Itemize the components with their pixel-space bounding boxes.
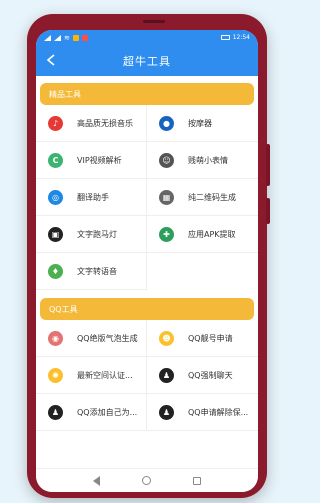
status-time: 12:54 xyxy=(232,34,250,41)
tool-item[interactable]: ♪ 高品质无损音乐 xyxy=(36,105,147,142)
battery-icon xyxy=(220,35,230,40)
back-button[interactable] xyxy=(42,51,60,69)
tool-label: 应用APK提取 xyxy=(188,229,236,239)
qq-penguin-icon: ♟ xyxy=(159,367,174,383)
app-notification-icon xyxy=(81,34,88,41)
tool-item[interactable]: ◎ 翻译助手 xyxy=(36,179,147,216)
tool-label: 最新空间认证... xyxy=(77,370,133,380)
back-arrow-icon xyxy=(46,54,55,66)
qq-penguin-icon: ♟ xyxy=(159,404,174,420)
tool-label: 高品质无损音乐 xyxy=(77,118,133,128)
tool-item[interactable]: C VIP视频解析 xyxy=(36,142,147,179)
signal-icon xyxy=(44,34,51,41)
phone-speaker xyxy=(143,20,165,23)
badge-icon: ✺ xyxy=(48,367,63,383)
apk-icon: ✚ xyxy=(159,226,174,242)
tool-item[interactable]: ☻ QQ靓号申请 xyxy=(147,320,258,357)
nav-recent-apps-icon[interactable] xyxy=(193,476,201,485)
status-right: 12:54 xyxy=(220,34,250,41)
phone-volume-button xyxy=(266,144,270,186)
status-left-icons: ≋ xyxy=(44,34,88,42)
tool-label: QQ靓号申请 xyxy=(188,333,233,343)
tool-label: 按摩器 xyxy=(188,118,212,128)
massage-icon: ● xyxy=(159,115,174,131)
music-icon: ♪ xyxy=(48,115,63,131)
tool-label: 文字跑马灯 xyxy=(77,229,117,239)
app-bar: 超牛工具 xyxy=(36,45,258,76)
tool-label: VIP视频解析 xyxy=(77,155,122,165)
qr-code-icon: ▦ xyxy=(159,189,174,205)
tool-item[interactable]: ◉ QQ绝版气泡生成 xyxy=(36,320,147,357)
tool-list: 精品工具 ♪ 高品质无损音乐 ● 按摩器 C VIP视频解析 ☺ 贱萌小表情 ◎ 翻译助手 ▦ 纯二维… xyxy=(36,76,258,431)
app-notification-icon xyxy=(72,34,79,41)
tool-item[interactable]: ▦ 纯二维码生成 xyxy=(147,179,258,216)
tool-item[interactable]: ✺ 最新空间认证... xyxy=(36,357,147,394)
tool-item[interactable]: ✚ 应用APK提取 xyxy=(147,216,258,253)
page-title: 超牛工具 xyxy=(123,54,171,68)
section-header-featured: 精品工具 xyxy=(40,83,254,105)
tool-label: QQ绝版气泡生成 xyxy=(77,333,138,343)
tool-item[interactable]: ▣ 文字跑马灯 xyxy=(36,216,147,253)
tool-item[interactable]: ♟ QQ添加自己为... xyxy=(36,394,147,431)
tool-label: QQ强制聊天 xyxy=(188,370,233,380)
vip-video-icon: C xyxy=(48,152,63,168)
bubble-icon: ◉ xyxy=(48,330,63,346)
wifi-icon: ≋ xyxy=(64,33,70,42)
marquee-icon: ▣ xyxy=(48,226,63,242)
featured-tools-grid: ♪ 高品质无损音乐 ● 按摩器 C VIP视频解析 ☺ 贱萌小表情 ◎ 翻译助手 ▦ 纯二维码生成 ▣ 文… xyxy=(36,105,258,290)
tool-item[interactable]: ♦ 文字转语音 xyxy=(36,253,147,290)
smiley-icon: ☻ xyxy=(159,330,174,346)
tool-item[interactable]: ♟ QQ申请解除保... xyxy=(147,394,258,431)
android-nav-bar xyxy=(36,468,258,492)
phone-screen: ≋ 12:54 超牛工具 精品工具 ♪ 高品质无损音乐 ● 按摩器 C VIP视频解析 ☺ 贱… xyxy=(36,30,258,492)
translate-icon: ◎ xyxy=(48,189,63,205)
tool-item[interactable]: ● 按摩器 xyxy=(147,105,258,142)
microphone-icon: ♦ xyxy=(48,263,63,279)
status-bar: ≋ 12:54 xyxy=(36,30,258,45)
qq-penguin-icon: ♟ xyxy=(48,404,63,420)
section-header-qq: QQ工具 xyxy=(40,298,254,320)
tool-label: 翻译助手 xyxy=(77,192,109,202)
tool-item[interactable]: ♟ QQ强制聊天 xyxy=(147,357,258,394)
tool-label: QQ添加自己为... xyxy=(77,407,138,417)
nav-back-icon[interactable] xyxy=(93,475,100,486)
phone-power-button xyxy=(266,198,270,224)
phone-frame: ≋ 12:54 超牛工具 精品工具 ♪ 高品质无损音乐 ● 按摩器 C VIP视频解析 ☺ 贱… xyxy=(27,14,270,498)
tool-label: 贱萌小表情 xyxy=(188,155,228,165)
tool-item[interactable]: ☺ 贱萌小表情 xyxy=(147,142,258,179)
signal-icon xyxy=(54,34,61,41)
nav-home-icon[interactable] xyxy=(142,476,151,485)
emoji-face-icon: ☺ xyxy=(159,152,174,168)
tool-label: 文字转语音 xyxy=(77,266,117,276)
tool-label: 纯二维码生成 xyxy=(188,192,236,202)
qq-tools-grid: ◉ QQ绝版气泡生成 ☻ QQ靓号申请 ✺ 最新空间认证... ♟ QQ强制聊天 ♟ QQ添加自己… xyxy=(36,320,258,431)
tool-label: QQ申请解除保... xyxy=(188,407,249,417)
